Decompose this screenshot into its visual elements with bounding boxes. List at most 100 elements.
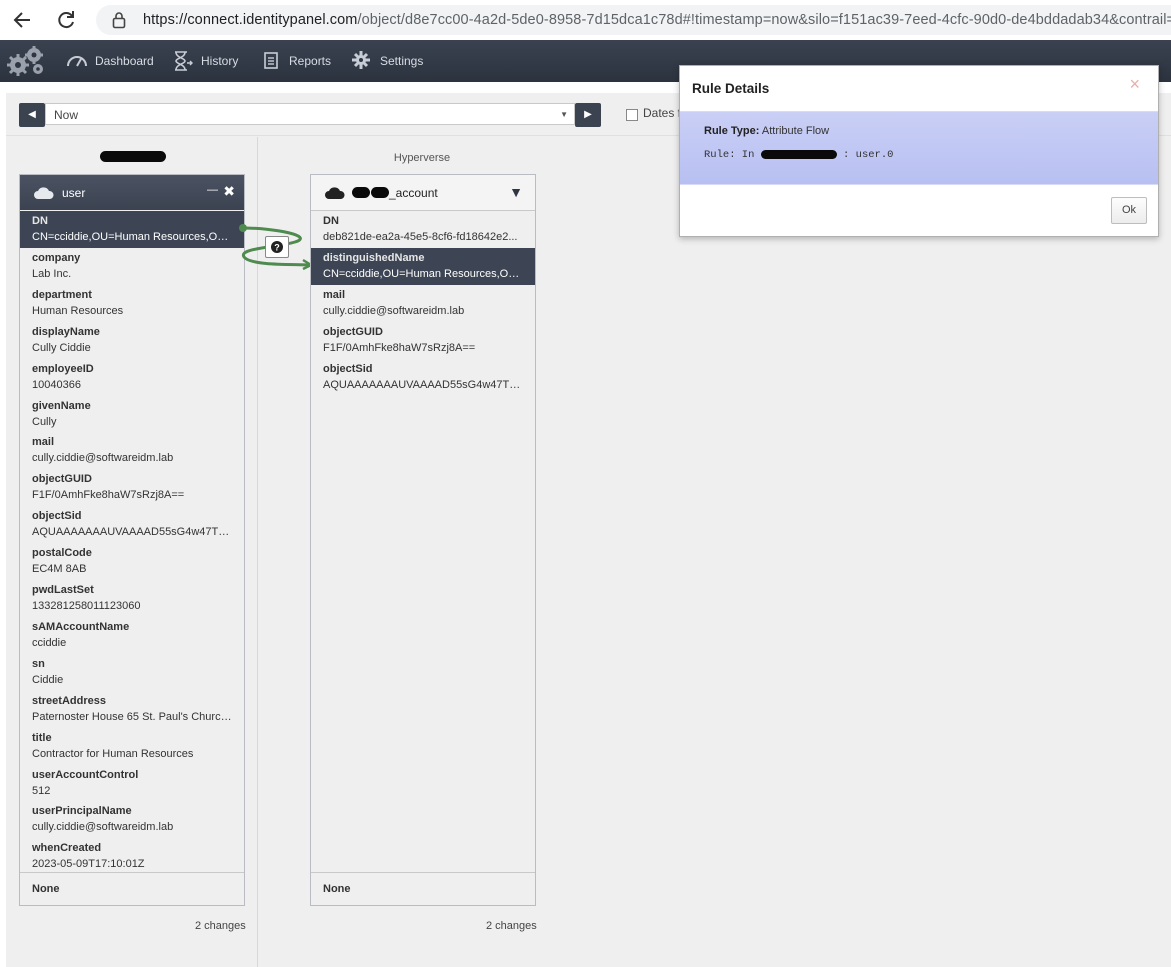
attribute-row[interactable]: DN deb821de-ea2a-45e5-8cf6-fd18642e2... <box>311 211 535 248</box>
next-button[interactable]: ▶ <box>575 103 601 127</box>
attribute-row[interactable]: objectGUID F1F/0AmhFke8haW7sRzj8A== <box>20 469 244 506</box>
attribute-value: deb821de-ea2a-45e5-8cf6-fd18642e2... <box>323 231 518 243</box>
attribute-row[interactable]: sn Ciddie <box>20 654 244 691</box>
attribute-value: Cully <box>32 415 57 428</box>
attribute-name: DN <box>323 215 339 227</box>
close-icon[interactable]: × <box>1129 74 1140 95</box>
attribute-row[interactable]: employeeID 10040366 <box>20 359 244 396</box>
right-footer-label: None <box>323 883 351 895</box>
attribute-row[interactable]: userPrincipalName cully.ciddie@softwareid… <box>20 801 244 838</box>
nav-settings-label: Settings <box>380 54 424 68</box>
attribute-name: postalCode <box>32 547 92 560</box>
dialog-title: Rule Details <box>692 81 770 96</box>
attribute-row[interactable]: pwdLastSet 133281258011123060 <box>20 580 244 617</box>
attribute-value: Human Resources <box>32 304 124 317</box>
dropdown-triangle-icon[interactable]: ▼ <box>509 184 523 200</box>
rule-info-button[interactable]: ? <box>265 236 289 258</box>
attribute-row[interactable]: objectGUID F1F/0AmhFke8haW7sRzj8A== <box>311 322 535 359</box>
nav-history-label: History <box>201 54 239 68</box>
attribute-row[interactable]: userAccountControl 512 <box>20 765 244 802</box>
attribute-row[interactable]: company Lab Inc. <box>20 248 244 285</box>
dates-checkbox-label: Dates f <box>643 106 682 120</box>
attribute-value: CN=cciddie,OU=Human Resources,OU... <box>32 231 232 243</box>
redacted-block <box>760 149 837 159</box>
attribute-name: DN <box>32 215 48 227</box>
attribute-name: sAMAccountName <box>32 620 130 633</box>
right-panel-footer: None <box>311 872 535 905</box>
nav-reports[interactable]: Reports <box>264 40 334 82</box>
right-panel-header: _account ▼ <box>311 175 535 211</box>
attribute-value: Lab Inc. <box>32 267 72 280</box>
attribute-row[interactable]: DN CN=cciddie,OU=Human Resources,OU... <box>20 211 244 248</box>
cloud-icon <box>34 187 54 199</box>
rule-type-value: Attribute Flow <box>761 125 830 137</box>
attribute-row[interactable]: streetAddress Paternoster House 65 St. Pa… <box>20 691 244 728</box>
left-column-title <box>100 151 166 165</box>
gears-logo-icon[interactable] <box>4 43 48 79</box>
attribute-row[interactable]: sAMAccountName cciddie <box>20 617 244 654</box>
attribute-row[interactable]: givenName Cully <box>20 396 244 433</box>
lock-icon <box>112 12 126 29</box>
dialog-body: Rule Type: Attribute Flow Rule: In : use… <box>680 111 1158 185</box>
question-circle-icon: ? <box>271 241 283 253</box>
attribute-value: F1F/0AmhFke8haW7sRzj8A== <box>323 341 476 354</box>
attribute-value: AQUAAAAAAAUVAAAAD55sG4w47TG... <box>32 526 232 539</box>
attribute-name: objectGUID <box>32 473 92 486</box>
attribute-name: objectSid <box>32 510 82 523</box>
ok-button[interactable]: Ok <box>1111 197 1147 224</box>
attribute-row[interactable]: mail cully.ciddie@softwareidm.lab <box>311 285 535 322</box>
attribute-row[interactable]: whenCreated 2023-05-09T17:10:01Z <box>20 838 244 875</box>
left-changes-count[interactable]: 2 changes <box>195 920 246 932</box>
nav-dashboard-label: Dashboard <box>95 54 154 68</box>
attribute-name: userAccountControl <box>32 768 139 781</box>
attribute-name: objectGUID <box>323 325 383 338</box>
timestamp-select[interactable]: Now ▼ <box>45 103 575 125</box>
left-panel-footer: None <box>20 872 244 905</box>
attribute-value: Cully Ciddie <box>32 341 91 354</box>
address-bar[interactable]: https://connect.identitypanel.com/object… <box>96 5 1171 35</box>
rule-suffix: : user.0 <box>843 149 894 161</box>
back-arrow-icon[interactable] <box>10 8 34 32</box>
rule-details-dialog: Rule Details × Rule Type: Attribute Flow… <box>679 65 1159 237</box>
clipboard-icon <box>264 52 278 69</box>
attribute-row[interactable]: displayName Cully Ciddie <box>20 322 244 359</box>
attribute-row[interactable]: postalCode EC4M 8AB <box>20 543 244 580</box>
right-changes-count[interactable]: 2 changes <box>486 920 537 932</box>
rule-prefix: Rule: In <box>704 149 755 161</box>
attribute-name: userPrincipalName <box>32 805 132 818</box>
close-icon[interactable]: ✖ <box>223 183 235 200</box>
attribute-name: mail <box>32 436 55 449</box>
attribute-row[interactable]: title Contractor for Human Resources <box>20 728 244 765</box>
url-text: https://connect.identitypanel.com/object… <box>143 12 1171 28</box>
nav-dashboard[interactable]: Dashboard <box>66 40 156 82</box>
nav-settings[interactable]: Settings <box>352 40 427 82</box>
attribute-row[interactable]: objectSid AQUAAAAAAAUVAAAAD55sG4w47TG... <box>311 359 535 396</box>
dates-checkbox[interactable] <box>626 109 638 121</box>
attribute-value: F1F/0AmhFke8haW7sRzj8A== <box>32 489 185 502</box>
rule-expression: Rule: In : user.0 <box>704 149 893 161</box>
right-column-title: Hyperverse <box>393 152 451 164</box>
attribute-name: streetAddress <box>32 694 106 707</box>
attribute-value: cully.ciddie@softwareidm.lab <box>323 304 465 317</box>
redacted-block <box>100 151 166 162</box>
attribute-name: title <box>32 731 52 744</box>
attribute-row[interactable]: objectSid AQUAAAAAAAUVAAAAD55sG4w47TG... <box>20 506 244 543</box>
attribute-name: whenCreated <box>32 842 102 855</box>
attribute-value: 2023-05-09T17:10:01Z <box>32 858 145 871</box>
attribute-name: distinguishedName <box>323 251 425 264</box>
reload-icon[interactable] <box>54 8 78 32</box>
left-object-panel: user — ✖ DN CN=cciddie,OU=Human Resources… <box>19 174 245 906</box>
timestamp-value: Now <box>54 108 79 122</box>
minimize-icon[interactable]: — <box>207 184 218 196</box>
attribute-row[interactable]: distinguishedName CN=cciddie,OU=Human Res… <box>311 247 535 285</box>
nav-history[interactable]: History <box>172 40 242 82</box>
rule-type-line: Rule Type: Attribute Flow <box>704 125 829 137</box>
attribute-row[interactable]: mail cully.ciddie@softwareidm.lab <box>20 432 244 469</box>
attribute-value: 512 <box>32 784 51 797</box>
attribute-value: Contractor for Human Resources <box>32 747 194 760</box>
previous-button[interactable]: ◀ <box>19 103 45 127</box>
gear-icon <box>352 51 370 69</box>
gauge-icon <box>67 56 87 67</box>
attribute-row[interactable]: department Human Resources <box>20 285 244 322</box>
attribute-value: 10040366 <box>32 378 81 391</box>
